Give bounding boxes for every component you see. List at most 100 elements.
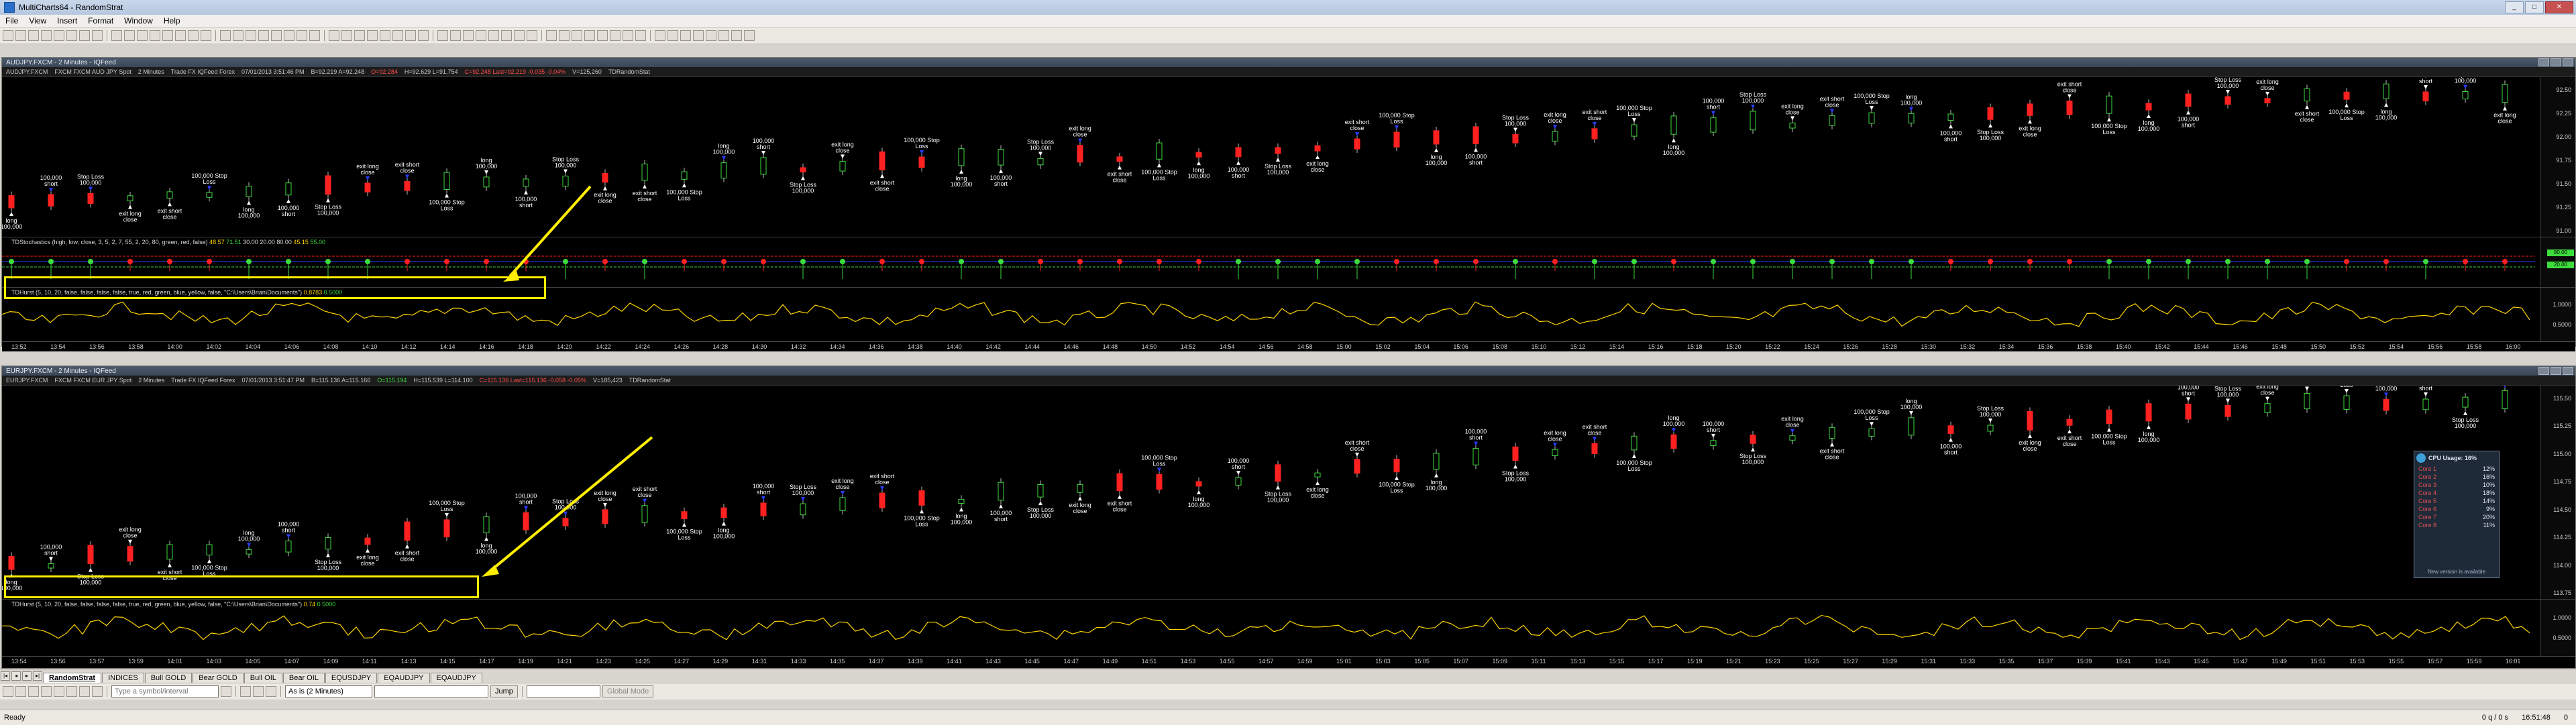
- toolbar-icon[interactable]: [527, 30, 537, 41]
- menu-insert[interactable]: Insert: [52, 16, 83, 25]
- toolbar-icon[interactable]: [79, 30, 90, 41]
- toolbar-icon[interactable]: [111, 30, 122, 41]
- tab-bear-gold[interactable]: Bear GOLD: [193, 673, 243, 683]
- menu-file[interactable]: File: [0, 16, 23, 25]
- menu-format[interactable]: Format: [83, 16, 119, 25]
- fibonacci-icon[interactable]: [54, 686, 64, 697]
- cpu-footer[interactable]: New version is available: [2414, 569, 2499, 575]
- toolbar-icon[interactable]: [667, 30, 678, 41]
- close-button[interactable]: ✕: [2545, 1, 2573, 13]
- tab-equsdjpy[interactable]: EQUSDJPY: [325, 673, 377, 683]
- toolbar-icon[interactable]: [54, 30, 64, 41]
- toolbar-icon[interactable]: [175, 30, 186, 41]
- chart-window-audjpy[interactable]: AUDJPY.FXCM - 2 Minutes - IQFeed AUDJPY.…: [1, 57, 2576, 347]
- toolbar-icon[interactable]: [680, 30, 691, 41]
- toolbar-icon[interactable]: [66, 30, 77, 41]
- zoom-icon[interactable]: [221, 686, 231, 697]
- range-select[interactable]: [374, 685, 488, 698]
- speed-slider[interactable]: [527, 685, 600, 698]
- toolbar-icon[interactable]: [463, 30, 474, 41]
- tab-first-button[interactable]: |◂: [1, 671, 10, 681]
- toolbar-icon[interactable]: [655, 30, 665, 41]
- tab-eqaudjpy-2[interactable]: EQAUDJPY: [431, 673, 482, 683]
- toolbar-icon[interactable]: [514, 30, 525, 41]
- tab-indices[interactable]: INDICES: [102, 673, 144, 683]
- menu-help[interactable]: Help: [158, 16, 186, 25]
- chart-maximize-button[interactable]: [2551, 58, 2561, 66]
- toolbar-icon[interactable]: [718, 30, 729, 41]
- toolbar-icon[interactable]: [329, 30, 339, 41]
- chart-close-button[interactable]: [2563, 367, 2573, 375]
- toolbar-icon[interactable]: [92, 30, 103, 41]
- toolbar-icon[interactable]: [450, 30, 461, 41]
- toolbar-icon[interactable]: [380, 30, 390, 41]
- symbol-input[interactable]: [111, 685, 219, 698]
- toolbar-icon[interactable]: [201, 30, 211, 41]
- toolbar-icon[interactable]: [188, 30, 199, 41]
- toolbar-icon[interactable]: [405, 30, 416, 41]
- candle-style-icon[interactable]: [253, 686, 264, 697]
- toolbar-icon[interactable]: [418, 30, 429, 41]
- price-scale[interactable]: 92.5092.2592.0091.7591.5091.2591.00: [2540, 77, 2575, 237]
- price-pane[interactable]: long100,000100,000shortStop Loss100,000e…: [2, 77, 2575, 237]
- toolbar-icon[interactable]: [258, 30, 269, 41]
- minimize-button[interactable]: _: [2505, 1, 2524, 13]
- time-axis[interactable]: 13:5213:5413:5613:5814:0014:0214:0414:06…: [2, 341, 2575, 351]
- toolbar-icon[interactable]: [150, 30, 160, 41]
- toolbar-icon[interactable]: [488, 30, 499, 41]
- toolbar-icon[interactable]: [297, 30, 307, 41]
- text-icon[interactable]: [66, 686, 77, 697]
- hline-icon[interactable]: [28, 686, 39, 697]
- toolbar-icon[interactable]: [635, 30, 646, 41]
- tab-prev-button[interactable]: ◂: [11, 671, 21, 681]
- time-axis[interactable]: 13:5413:5613:5713:5914:0114:0314:0514:07…: [2, 656, 2575, 666]
- toolbar-icon[interactable]: [137, 30, 148, 41]
- bar-style-icon[interactable]: [240, 686, 251, 697]
- toolbar-icon[interactable]: [706, 30, 716, 41]
- tab-next-button[interactable]: ▸: [22, 671, 32, 681]
- price-scale[interactable]: 115.50115.25115.00114.75114.50114.25114.…: [2540, 386, 2575, 599]
- toolbar-icon[interactable]: [284, 30, 294, 41]
- toolbar-icon[interactable]: [41, 30, 52, 41]
- toolbar-icon[interactable]: [367, 30, 378, 41]
- rectangle-icon[interactable]: [79, 686, 90, 697]
- tab-randomstrat[interactable]: RandomStrat: [43, 673, 101, 683]
- toolbar-icon[interactable]: [744, 30, 755, 41]
- toolbar-icon[interactable]: [28, 30, 39, 41]
- chart-minimize-button[interactable]: [2538, 367, 2549, 375]
- pointer-icon[interactable]: [3, 686, 13, 697]
- tab-bear-oil[interactable]: Bear OIL: [283, 673, 325, 683]
- tab-bull-gold[interactable]: Bull GOLD: [145, 673, 193, 683]
- toolbar-icon[interactable]: [476, 30, 486, 41]
- chart-minimize-button[interactable]: [2538, 58, 2549, 66]
- vline-icon[interactable]: [41, 686, 52, 697]
- toolbar-icon[interactable]: [546, 30, 557, 41]
- toolbar-icon[interactable]: [501, 30, 512, 41]
- trendline-icon[interactable]: [15, 686, 26, 697]
- maximize-button[interactable]: □: [2525, 1, 2544, 13]
- toolbar-icon[interactable]: [731, 30, 742, 41]
- toolbar-icon[interactable]: [271, 30, 282, 41]
- hurst-pane[interactable]: TDHurst (5, 10, 20, false, false, false,…: [2, 599, 2575, 656]
- toolbar-icon[interactable]: [162, 30, 173, 41]
- interval-select[interactable]: As is (2 Minutes): [285, 685, 372, 698]
- toolbar-icon[interactable]: [124, 30, 135, 41]
- toolbar-icon[interactable]: [341, 30, 352, 41]
- toolbar-icon[interactable]: [392, 30, 403, 41]
- chart-close-button[interactable]: [2563, 58, 2573, 66]
- toolbar-icon[interactable]: [597, 30, 608, 41]
- toolbar-icon[interactable]: [233, 30, 244, 41]
- toolbar-icon[interactable]: [220, 30, 231, 41]
- toolbar-icon[interactable]: [610, 30, 621, 41]
- toolbar-icon[interactable]: [3, 30, 13, 41]
- toolbar-icon[interactable]: [623, 30, 633, 41]
- global-mode-button[interactable]: Global Mode: [602, 685, 653, 698]
- cpu-usage-widget[interactable]: CPU Usage: 16% Core 112% Core 216% Core …: [2414, 451, 2500, 578]
- toolbar-icon[interactable]: [572, 30, 582, 41]
- chart-maximize-button[interactable]: [2551, 367, 2561, 375]
- toolbar-icon[interactable]: [584, 30, 595, 41]
- toolbar-icon[interactable]: [354, 30, 365, 41]
- toolbar-icon[interactable]: [246, 30, 256, 41]
- jump-button[interactable]: Jump: [490, 685, 518, 698]
- price-pane[interactable]: long100,000100,000shortStop Loss100,000e…: [2, 386, 2575, 599]
